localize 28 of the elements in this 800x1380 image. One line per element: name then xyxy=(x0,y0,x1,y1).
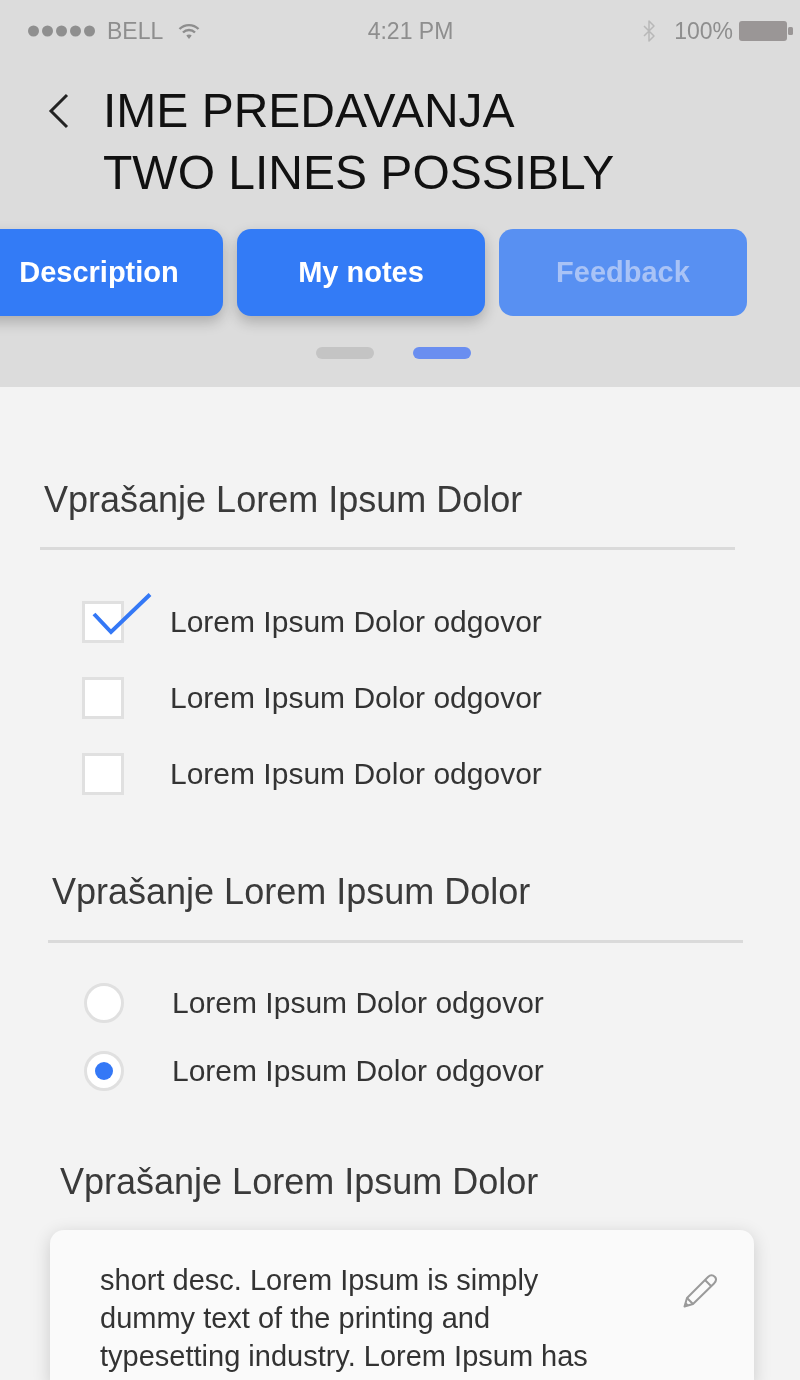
battery-percent: 100% xyxy=(674,17,733,45)
tab[interactable]: My notes xyxy=(237,229,485,316)
answer-box[interactable]: short desc. Lorem Ipsum is simply dummy text of the printing and typesetting industry. Lorem Ipsum has xyxy=(50,1230,754,1380)
option-label: Lorem Ipsum Dolor odgovor xyxy=(172,986,544,1020)
radio-button[interactable] xyxy=(84,1051,124,1091)
wifi-icon xyxy=(178,23,201,39)
signal-strength-icon xyxy=(28,25,96,37)
page-indicator[interactable] xyxy=(413,347,471,359)
question-title: Vprašanje Lorem Ipsum Dolor xyxy=(59,1160,540,1204)
question-title: Vprašanje Lorem Ipsum Dolor xyxy=(51,870,532,914)
battery-icon xyxy=(739,21,793,41)
option-label: Lorem Ipsum Dolor odgovor xyxy=(170,605,542,639)
option-label: Lorem Ipsum Dolor odgovor xyxy=(170,757,542,791)
status-time: 4:21 PM xyxy=(367,17,454,45)
checkbox[interactable] xyxy=(82,592,152,645)
radio-button[interactable] xyxy=(84,983,124,1023)
checkbox[interactable] xyxy=(82,677,124,719)
back-icon[interactable] xyxy=(48,93,70,129)
bluetooth-icon xyxy=(642,19,657,43)
carrier-name: BELL xyxy=(107,17,164,45)
option-label: Lorem Ipsum Dolor odgovor xyxy=(170,681,542,715)
page-title: IME PREDAVANJA TWO LINES POSSIBLY xyxy=(103,83,616,201)
page-indicator[interactable] xyxy=(316,347,374,359)
pencil-icon[interactable] xyxy=(682,1273,718,1309)
question-title: Vprašanje Lorem Ipsum Dolor xyxy=(43,478,524,522)
tab[interactable]: Description xyxy=(0,229,223,316)
checkbox[interactable] xyxy=(82,753,124,795)
option-label: Lorem Ipsum Dolor odgovor xyxy=(172,1054,544,1088)
